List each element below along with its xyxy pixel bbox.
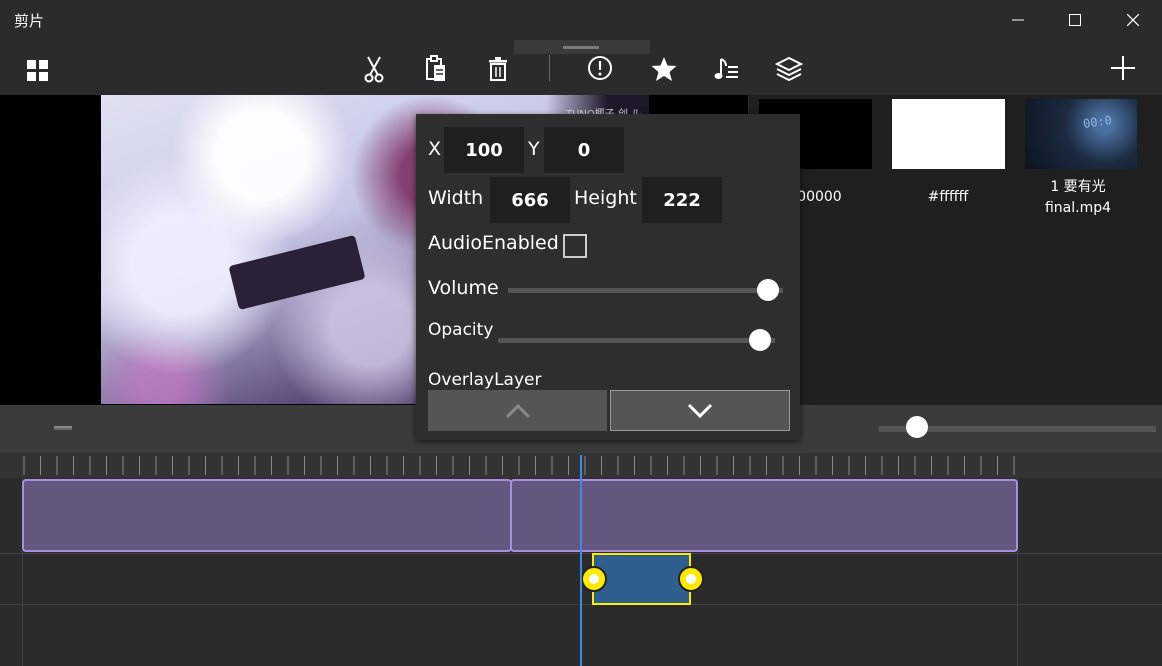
trash-icon [489, 56, 507, 81]
overlay-layer-label: OverlayLayer [428, 370, 542, 390]
video-clip[interactable] [510, 479, 1018, 552]
y-input[interactable]: 0 [544, 127, 624, 173]
thumb-clock-text: 00:0 [1082, 113, 1113, 131]
cut-button[interactable] [351, 41, 397, 96]
minimize-button[interactable] [989, 0, 1047, 40]
app-title: 剪片 [14, 12, 45, 30]
audio-enabled-label: AudioEnabled [428, 232, 559, 254]
width-label: Width [428, 187, 484, 209]
video-object [228, 234, 366, 311]
layer-down-button[interactable] [610, 390, 790, 431]
paste-button[interactable] [413, 41, 459, 96]
opacity-label: Opacity [428, 320, 494, 340]
maximize-icon [1069, 14, 1081, 26]
height-label: Height [574, 187, 637, 209]
close-button[interactable] [1104, 0, 1162, 40]
title-bar [0, 0, 1162, 40]
plus-icon [1111, 55, 1135, 80]
clip-start-handle[interactable] [581, 566, 607, 592]
volume-label: Volume [428, 277, 499, 299]
delete-button[interactable] [475, 41, 521, 96]
library-item-video-thumb[interactable]: 00:0 [1025, 99, 1137, 169]
handle-dot [589, 574, 599, 584]
music-list-button[interactable] [704, 41, 750, 96]
close-icon [1127, 14, 1139, 26]
favorite-button[interactable] [641, 41, 687, 96]
grid-icon [27, 59, 48, 81]
volume-slider-track[interactable] [508, 288, 783, 293]
chevron-down-icon [687, 403, 713, 418]
height-input[interactable]: 222 [642, 177, 722, 223]
library-item-label: final.mp4 [1044, 200, 1112, 216]
info-button[interactable] [577, 40, 623, 95]
maximize-button[interactable] [1046, 0, 1104, 40]
y-label: Y [528, 138, 540, 160]
volume-slider-thumb[interactable] [757, 279, 779, 301]
clipboard-icon [426, 54, 445, 81]
info-icon [588, 55, 612, 80]
playhead[interactable] [580, 455, 582, 666]
star-icon [651, 56, 677, 81]
music-list-icon [714, 57, 738, 79]
video-clip[interactable] [22, 479, 512, 552]
toolbar-separator [549, 55, 550, 81]
opacity-slider-thumb[interactable] [749, 329, 771, 351]
scissors-icon [364, 56, 384, 82]
handle-dot [686, 574, 696, 584]
zoom-slider-thumb[interactable] [906, 416, 928, 438]
add-button[interactable] [1100, 40, 1146, 95]
x-input[interactable]: 100 [444, 127, 524, 173]
audio-enabled-checkbox[interactable] [563, 234, 587, 258]
width-input[interactable]: 666 [490, 177, 570, 223]
chevron-up-icon [505, 403, 530, 418]
library-item-white-thumb[interactable] [892, 99, 1005, 169]
x-label: X [428, 138, 442, 160]
grid-button[interactable] [15, 43, 61, 98]
layer-up-button[interactable] [428, 390, 607, 431]
minimize-icon [1012, 19, 1024, 21]
library-item-label: 1 要有光 [1050, 179, 1106, 195]
clip-end-handle[interactable] [678, 566, 704, 592]
opacity-slider-track[interactable] [498, 338, 775, 343]
splitter-handle[interactable] [54, 426, 72, 430]
layers-icon [775, 56, 803, 81]
layers-button[interactable] [766, 41, 812, 96]
library-item-label: #ffffff [927, 189, 969, 205]
